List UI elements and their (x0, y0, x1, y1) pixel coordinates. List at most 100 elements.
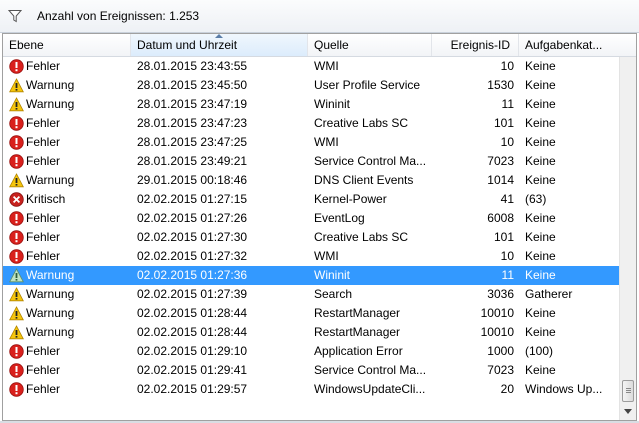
cell-level: Fehler (26, 135, 61, 149)
table-row[interactable]: Warnung 29.01.2015 00:18:46 DNS Client Eve… (3, 171, 621, 190)
cell-source: Creative Labs SC (314, 230, 409, 244)
cell-datetime: 02.02.2015 01:27:15 (137, 192, 248, 206)
cell-datetime: 02.02.2015 01:29:57 (137, 382, 248, 396)
cell-task: Keine (525, 116, 556, 130)
column-header-datetime[interactable]: Datum und Uhrzeit (131, 34, 308, 56)
error-icon (9, 154, 24, 169)
table-row[interactable]: Fehler 28.01.2015 23:43:55 WMI 10 Keine (3, 57, 621, 76)
event-list[interactable]: Ebene Datum und Uhrzeit Quelle Ereignis-… (2, 33, 637, 421)
cell-event-id: 7023 (487, 154, 514, 168)
cell-level: Fehler (26, 363, 61, 377)
table-row[interactable]: Warnung 02.02.2015 01:28:44 RestartManager… (3, 323, 621, 342)
scrollbar-thumb[interactable] (622, 380, 634, 402)
cell-source: WMI (314, 135, 339, 149)
cell-event-id: 41 (500, 192, 514, 206)
cell-datetime: 02.02.2015 01:27:36 (137, 268, 248, 282)
warning-icon (9, 268, 24, 283)
table-row[interactable]: Warnung 02.02.2015 01:27:36 Wininit 11 Keine (3, 266, 621, 285)
table-row[interactable]: Warnung 02.02.2015 01:27:39 Search 3036 Gath… (3, 285, 621, 304)
cell-level: Fehler (26, 116, 61, 130)
cell-task: Keine (525, 135, 556, 149)
cell-datetime: 29.01.2015 00:18:46 (137, 173, 248, 187)
error-icon (9, 249, 24, 264)
table-row[interactable]: Fehler 02.02.2015 01:29:10 Application Err… (3, 342, 621, 361)
column-header-source-label: Quelle (314, 38, 349, 52)
cell-task: (63) (525, 192, 547, 206)
table-row[interactable]: Kritisch 02.02.2015 01:27:15 Kernel-Power 4… (3, 190, 621, 209)
column-header-level[interactable]: Ebene (3, 34, 131, 56)
cell-datetime: 28.01.2015 23:47:19 (137, 97, 248, 111)
table-row[interactable]: Fehler 28.01.2015 23:49:21 Service Control… (3, 152, 621, 171)
cell-level: Fehler (26, 249, 61, 263)
cell-task: Keine (525, 59, 556, 73)
warning-icon (9, 78, 24, 93)
warning-icon (9, 287, 24, 302)
table-row[interactable]: Fehler 02.02.2015 01:27:26 EventLog 6008 Kei… (3, 209, 621, 228)
table-row[interactable]: Fehler 02.02.2015 01:29:41 Service Control… (3, 361, 621, 380)
table-row[interactable]: Fehler 28.01.2015 23:47:23 Creative Labs S… (3, 114, 621, 133)
error-icon (9, 344, 24, 359)
cell-event-id: 11 (501, 268, 514, 282)
cell-event-id: 1530 (487, 78, 514, 92)
error-icon (9, 59, 24, 74)
error-icon (9, 363, 24, 378)
cell-task: Keine (525, 78, 556, 92)
column-header-event-id[interactable]: Ereignis-ID (432, 34, 519, 56)
cell-level: Warnung (26, 287, 75, 301)
cell-level: Fehler (26, 211, 61, 225)
table-row[interactable]: Warnung 28.01.2015 23:45:50 User Profile S… (3, 76, 621, 95)
cell-source: Service Control Ma... (314, 154, 426, 168)
error-icon (9, 116, 24, 131)
cell-datetime: 28.01.2015 23:43:55 (137, 59, 248, 73)
cell-datetime: 02.02.2015 01:27:30 (137, 230, 248, 244)
scroll-down-arrow-icon[interactable] (620, 403, 636, 420)
filter-funnel-icon[interactable] (7, 8, 23, 24)
cell-event-id: 3036 (487, 287, 514, 301)
cell-level: Warnung (26, 97, 75, 111)
cell-event-id: 10 (500, 249, 514, 263)
cell-event-id: 10 (500, 135, 514, 149)
vertical-scrollbar[interactable] (619, 57, 636, 420)
column-header-source[interactable]: Quelle (308, 34, 432, 56)
cell-task: Keine (525, 325, 556, 339)
cell-level: Fehler (26, 344, 61, 358)
cell-datetime: 28.01.2015 23:49:21 (137, 154, 248, 168)
cell-datetime: 02.02.2015 01:29:41 (137, 363, 248, 377)
cell-source: Creative Labs SC (314, 116, 409, 130)
table-row[interactable]: Fehler 02.02.2015 01:27:30 Creative Labs S… (3, 228, 621, 247)
column-header-task[interactable]: Aufgabenkat... (519, 34, 636, 56)
cell-event-id: 10010 (480, 306, 514, 320)
cell-task: Keine (525, 173, 556, 187)
toolbar: Anzahl von Ereignissen: 1.253 (0, 0, 639, 33)
cell-datetime: 28.01.2015 23:47:23 (137, 116, 248, 130)
cell-event-id: 20 (500, 382, 514, 396)
cell-event-id: 10010 (480, 325, 514, 339)
cell-source: Service Control Ma... (314, 363, 426, 377)
cell-task: Gatherer (525, 287, 573, 301)
error-icon (9, 211, 24, 226)
table-row[interactable]: Fehler 02.02.2015 01:29:57 WindowsUpdateCl… (3, 380, 621, 399)
cell-task: Windows Up... (525, 382, 603, 396)
cell-source: WMI (314, 249, 339, 263)
cell-task: Keine (525, 211, 556, 225)
cell-source: User Profile Service (314, 78, 421, 92)
event-count-label: Anzahl von Ereignissen: 1.253 (37, 9, 200, 23)
table-row[interactable]: Fehler 02.02.2015 01:27:32 WMI 10 Keine (3, 247, 621, 266)
cell-source: Kernel-Power (314, 192, 387, 206)
cell-level: Warnung (26, 268, 75, 282)
cell-source: EventLog (314, 211, 365, 225)
cell-event-id: 1000 (487, 344, 514, 358)
cell-source: WMI (314, 59, 339, 73)
cell-event-id: 7023 (487, 363, 514, 377)
cell-source: Application Error (314, 344, 403, 358)
table-row[interactable]: Fehler 28.01.2015 23:47:25 WMI 10 Keine (3, 133, 621, 152)
cell-level: Warnung (26, 306, 75, 320)
cell-task: Keine (525, 154, 556, 168)
table-row[interactable]: Warnung 28.01.2015 23:47:19 Wininit 11 Keine (3, 95, 621, 114)
table-row[interactable]: Warnung 02.02.2015 01:28:44 RestartManager… (3, 304, 621, 323)
cell-level: Fehler (26, 59, 61, 73)
cell-level: Fehler (26, 154, 61, 168)
warning-icon (9, 173, 24, 188)
cell-task: Keine (525, 97, 556, 111)
sort-ascending-icon (215, 34, 223, 38)
